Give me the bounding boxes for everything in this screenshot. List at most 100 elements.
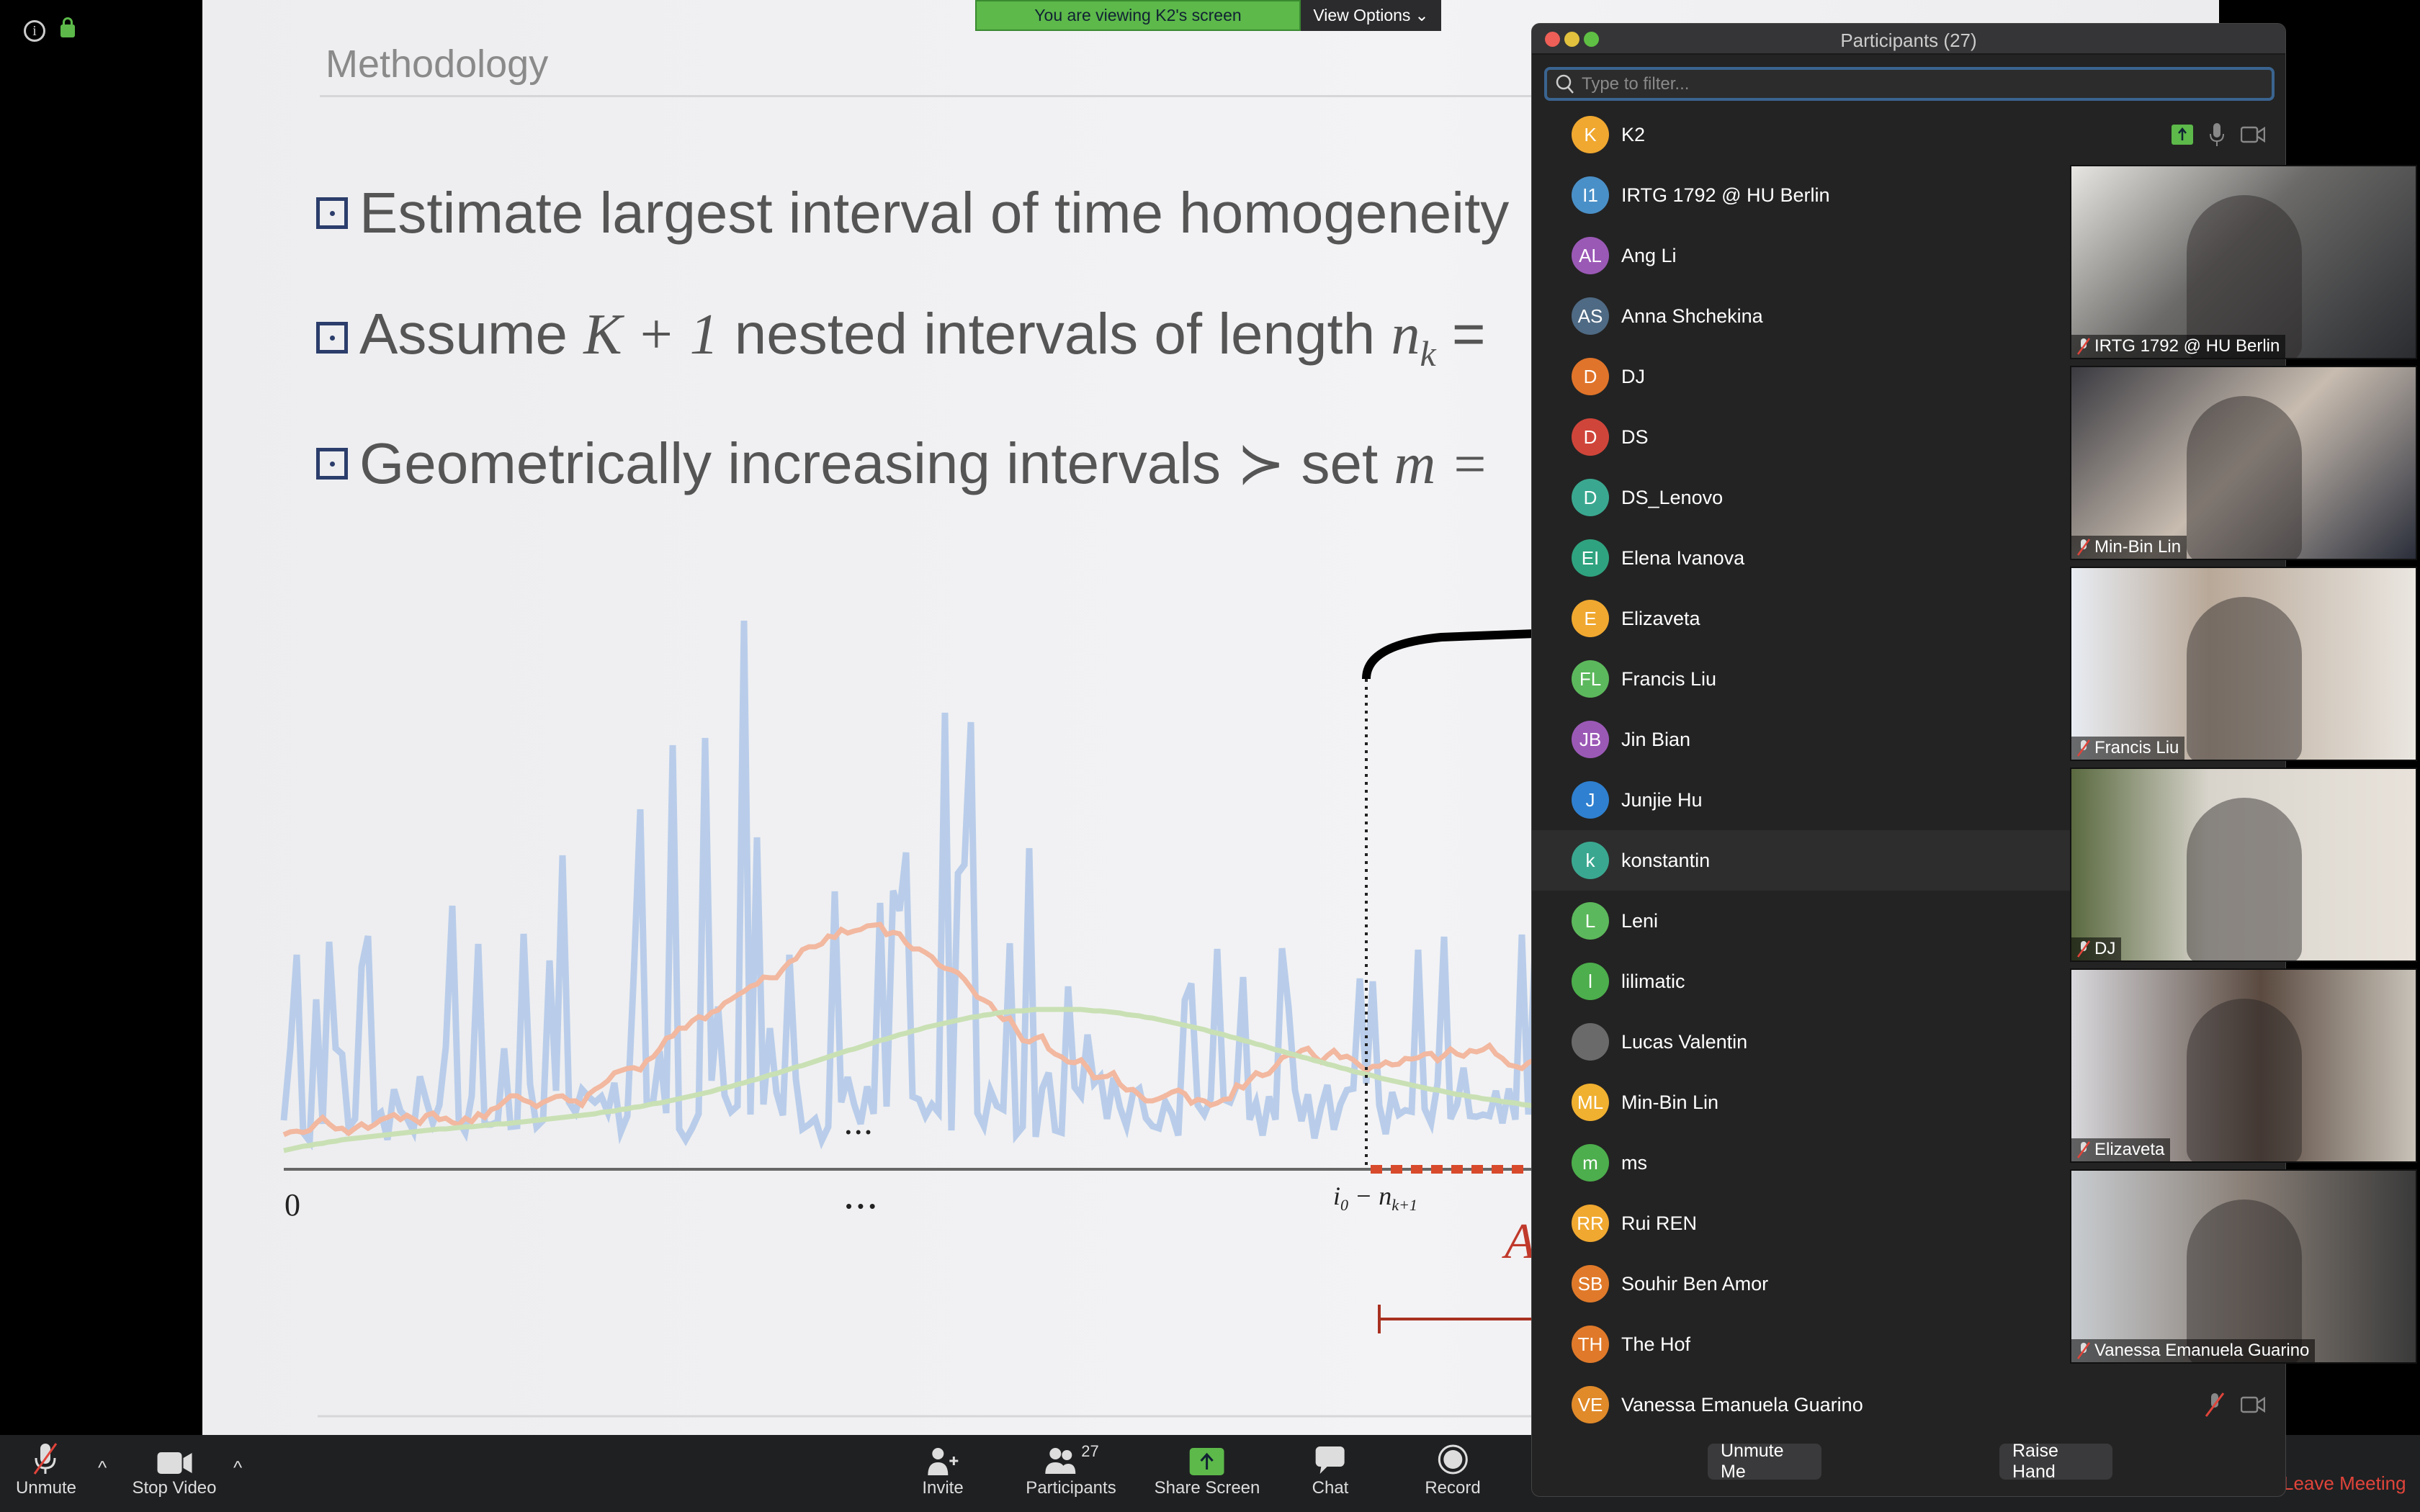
avatar: I1 <box>1572 176 1609 214</box>
muted-mic-icon <box>2077 338 2090 355</box>
participant-video <box>2187 798 2302 960</box>
video-tile[interactable]: Francis Liu <box>2070 567 2417 761</box>
participant-name: Lucas Valentin <box>1621 1030 1748 1053</box>
participant-name: DJ <box>1621 365 1645 387</box>
chat-bubble-icon <box>1314 1435 1346 1478</box>
participant-name: DS <box>1621 426 1649 448</box>
brace <box>1362 629 1536 680</box>
participant-name: Elena Ivanova <box>1621 546 1745 569</box>
muted-mic-icon <box>32 1435 60 1478</box>
avatar: TH <box>1572 1326 1609 1363</box>
participant-row[interactable]: VE Vanessa Emanuela Guarino <box>1532 1374 2285 1435</box>
view-options-button[interactable]: View Options ⌄ <box>1301 0 1441 31</box>
video-tile[interactable]: DJ <box>2070 768 2417 962</box>
video-options-caret[interactable]: ^ <box>233 1457 242 1479</box>
ellipsis-lower: • • • <box>846 1195 876 1217</box>
participant-name: Rui REN <box>1621 1212 1698 1234</box>
avatar: ML <box>1572 1084 1609 1121</box>
video-tile[interactable]: IRTG 1792 @ HU Berlin <box>2070 165 2417 359</box>
participant-name: lilimatic <box>1621 970 1685 992</box>
participant-name: ms <box>1621 1151 1647 1174</box>
video-tile[interactable]: Min-Bin Lin <box>2070 366 2417 560</box>
avatar: VE <box>1572 1386 1609 1423</box>
screen-share-banner: You are viewing K2's screen View Options… <box>975 0 1441 31</box>
record-icon <box>1437 1435 1469 1478</box>
avatar: SB <box>1572 1265 1609 1302</box>
record-button[interactable]: Record <box>1425 1435 1481 1512</box>
avatar: D <box>1572 479 1609 516</box>
info-icon[interactable]: i <box>24 20 45 42</box>
avatar <box>1572 1023 1609 1061</box>
muted-mic-icon <box>2077 739 2090 757</box>
lock-shackle <box>63 17 73 27</box>
axis-zero-label: 0 <box>284 1187 300 1223</box>
avatar: D <box>1572 358 1609 395</box>
avatar: J <box>1572 781 1609 819</box>
avatar: D <box>1572 418 1609 456</box>
participants-icon: 27 <box>1042 1435 1100 1478</box>
video-camera-icon[interactable] <box>2241 126 2265 143</box>
participant-name: Leni <box>1621 909 1659 932</box>
avatar: E <box>1572 600 1609 637</box>
participant-row[interactable]: K K2 <box>1532 104 2285 165</box>
muted-mic-icon <box>2077 1342 2090 1359</box>
invite-button[interactable]: Invite <box>922 1435 964 1512</box>
participant-name: Anna Shchekina <box>1621 305 1763 327</box>
svg-text:27: 27 <box>1081 1444 1098 1460</box>
muted-mic-icon <box>2077 940 2090 958</box>
muted-mic-icon <box>2077 1141 2090 1158</box>
video-name-label: Vanessa Emanuela Guarino <box>2071 1339 2316 1362</box>
stop-video-button[interactable]: Stop Video <box>133 1435 217 1512</box>
avatar: m <box>1572 1144 1609 1182</box>
add-person-icon <box>926 1435 959 1478</box>
participants-button[interactable]: 27 Participants <box>1026 1435 1116 1512</box>
filter-input[interactable] <box>1582 73 2230 94</box>
unmute-me-button[interactable]: Unmute Me <box>1708 1441 1821 1482</box>
panel-titlebar: Participants (27) <box>1532 24 2285 55</box>
leave-meeting-button[interactable]: Leave Meeting <box>2283 1472 2406 1495</box>
participant-name: Junjie Hu <box>1621 788 1703 811</box>
viewing-notice: You are viewing K2's screen <box>975 0 1301 31</box>
video-name-label: Francis Liu <box>2071 737 2185 760</box>
participant-name: Francis Liu <box>1621 667 1717 690</box>
interval-label: i0 − nk+1 <box>1333 1182 1417 1215</box>
participant-name: Min-Bin Lin <box>1621 1091 1719 1113</box>
avatar: RR <box>1572 1205 1609 1242</box>
participant-name: The Hof <box>1621 1333 1691 1355</box>
participant-video <box>2187 597 2302 760</box>
participant-name: Ang Li <box>1621 244 1677 266</box>
audio-options-caret[interactable]: ^ <box>98 1457 107 1479</box>
participant-name: Vanessa Emanuela Guarino <box>1621 1393 1863 1416</box>
participant-video <box>2187 396 2302 559</box>
share-screen-button[interactable]: Share Screen <box>1155 1435 1260 1512</box>
video-name-label: DJ <box>2071 937 2122 960</box>
chat-button[interactable]: Chat <box>1312 1435 1348 1512</box>
filter-search[interactable] <box>1544 67 2275 101</box>
unmute-button[interactable]: Unmute <box>16 1435 76 1512</box>
avatar: EI <box>1572 539 1609 577</box>
video-tile[interactable]: Vanessa Emanuela Guarino <box>2070 1169 2417 1364</box>
video-tile[interactable]: Elizaveta <box>2070 968 2417 1163</box>
avatar: L <box>1572 902 1609 940</box>
muted-mic-icon <box>2077 539 2090 556</box>
video-camera-icon[interactable] <box>2241 1396 2265 1413</box>
raise-hand-button[interactable]: Raise Hand <box>1999 1441 2112 1482</box>
video-name-label: Min-Bin Lin <box>2071 536 2187 559</box>
participant-name: IRTG 1792 @ HU Berlin <box>1621 184 1830 206</box>
video-name-label: Elizaveta <box>2071 1138 2171 1161</box>
participant-name: Souhir Ben Amor <box>1621 1272 1769 1295</box>
avatar: K <box>1572 116 1609 153</box>
avatar: l <box>1572 963 1609 1000</box>
sharing-screen-icon <box>2172 125 2193 145</box>
ellipsis-upper: • • • <box>846 1123 871 1141</box>
participant-name: konstantin <box>1621 849 1711 871</box>
avatar: AL <box>1572 237 1609 274</box>
participant-name: Jin Bian <box>1621 728 1691 750</box>
video-camera-icon <box>156 1435 193 1478</box>
participant-name: K2 <box>1621 123 1646 145</box>
blue-series-line <box>280 620 1538 1151</box>
participant-name: DS_Lenovo <box>1621 486 1724 508</box>
participant-name: Elizaveta <box>1621 607 1700 629</box>
mic-icon[interactable] <box>2209 122 2225 147</box>
muted-mic-icon[interactable] <box>2205 1392 2225 1417</box>
